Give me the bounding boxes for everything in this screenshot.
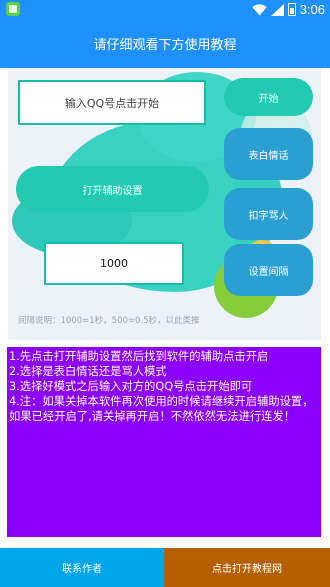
instructions-panel: 1.先点击打开辅助设置然后找到软件的辅助点击开启 2.选择是表白情话还是骂人模式… bbox=[7, 347, 321, 537]
status-bar: 3:06 bbox=[0, 0, 330, 19]
set-interval-button[interactable]: 设置间隔 bbox=[224, 244, 313, 296]
status-icons: 3:06 bbox=[251, 1, 325, 18]
confess-mode-button[interactable]: 表白情话 bbox=[224, 128, 313, 180]
app-notification-icon bbox=[6, 2, 20, 16]
start-button[interactable]: 开始 bbox=[224, 78, 313, 116]
open-accessibility-settings-button[interactable]: 打开辅助设置 bbox=[16, 166, 209, 212]
control-panel: 输入QQ号点击开始 开始 表白情话 打开辅助设置 扣字骂人 1000 设置间隔 … bbox=[8, 68, 321, 340]
status-time: 3:06 bbox=[299, 2, 325, 17]
page-title: 请仔细观看下方使用教程 bbox=[93, 38, 237, 53]
wifi-icon bbox=[251, 3, 267, 15]
interval-value: 1000 bbox=[100, 257, 128, 270]
battery-icon bbox=[287, 3, 296, 16]
qq-number-placeholder: 输入QQ号点击开始 bbox=[64, 96, 160, 110]
app-bar: 请仔细观看下方使用教程 bbox=[0, 19, 330, 68]
footer: 联系作者 点击打开教程网 bbox=[0, 548, 330, 587]
instruction-line: 3.选择好模式之后输入对方的QQ号点击开始即可 bbox=[9, 380, 253, 393]
signal-icon bbox=[270, 3, 284, 16]
instruction-line: 2.选择是表白情话还是骂人模式 bbox=[9, 365, 167, 378]
curse-mode-button[interactable]: 扣字骂人 bbox=[224, 188, 313, 240]
interval-input[interactable]: 1000 bbox=[44, 242, 184, 285]
interval-hint: 间隔说明：1000=1秒，500=0.5秒，以此类推 bbox=[18, 316, 200, 326]
contact-author-button[interactable]: 联系作者 bbox=[0, 548, 164, 587]
instruction-line: 4.注：如果关掉本软件再次使用的时候请继续开启辅助设置，如果已经开启了,请关掉再… bbox=[9, 395, 314, 423]
open-tutorial-button[interactable]: 点击打开教程网 bbox=[164, 548, 330, 587]
qq-number-input[interactable]: 输入QQ号点击开始 bbox=[18, 80, 206, 125]
instruction-line: 1.先点击打开辅助设置然后找到软件的辅助点击开启 bbox=[9, 350, 269, 363]
